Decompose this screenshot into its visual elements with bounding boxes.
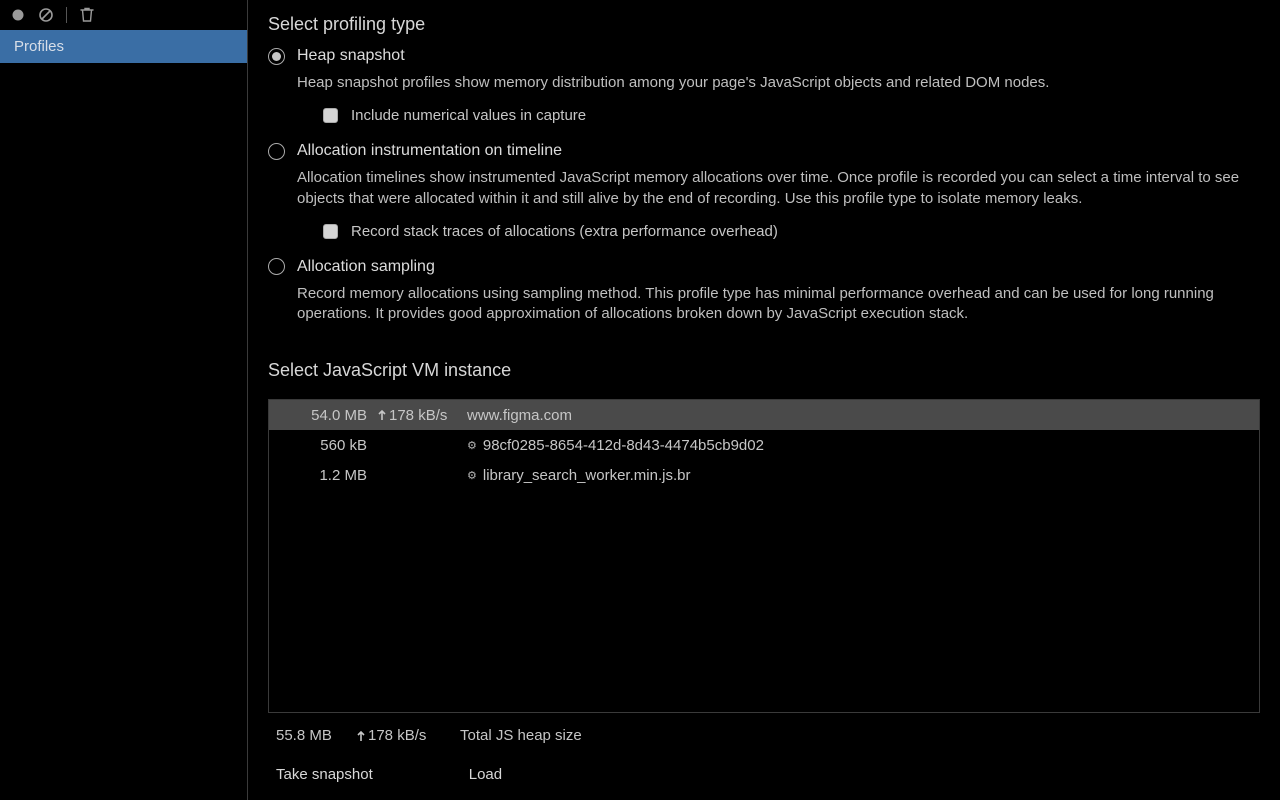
option-title: Allocation instrumentation on timeline [297, 142, 562, 160]
option-description: Record memory allocations using sampling… [297, 284, 1260, 325]
footer-actions: Take snapshot Load [276, 766, 1252, 783]
worker-icon: ⚙ [467, 439, 477, 452]
checkbox-include-numerical[interactable] [323, 108, 338, 123]
worker-icon: ⚙ [467, 469, 477, 482]
option-allocation-timeline: Allocation instrumentation on timeline A… [268, 142, 1260, 240]
radio-allocation-timeline[interactable] [268, 143, 285, 160]
sidebar-item-profiles[interactable]: Profiles [0, 30, 247, 63]
vm-name: ⚙ 98cf0285-8654-412d-8d43-4474b5cb9d02 [467, 437, 1251, 454]
radio-allocation-sampling[interactable] [268, 258, 285, 275]
load-button[interactable]: Load [469, 766, 502, 783]
sidebar: Profiles [0, 0, 248, 800]
trash-icon[interactable] [79, 7, 95, 23]
vm-size: 54.0 MB [277, 407, 377, 424]
checkbox-label: Include numerical values in capture [351, 107, 586, 124]
section-title-profiling: Select profiling type [268, 14, 1280, 35]
vm-name: ⚙ library_search_worker.min.js.br [467, 467, 1251, 484]
vm-row[interactable]: 1.2 MB ⚙ library_search_worker.min.js.br [269, 460, 1259, 490]
footer-totals: 55.8 MB 178 kB/s Total JS heap size [276, 727, 1252, 744]
vm-name: www.figma.com [467, 407, 1251, 424]
radio-heap-snapshot[interactable] [268, 48, 285, 65]
main-pane: Select profiling type Heap snapshot Heap… [248, 0, 1280, 800]
take-snapshot-button[interactable]: Take snapshot [276, 766, 373, 783]
record-icon[interactable] [10, 7, 26, 23]
total-rate: 178 kB/s [356, 727, 446, 744]
upload-icon [377, 409, 387, 421]
vm-row[interactable]: 54.0 MB 178 kB/s www.figma.com [269, 400, 1259, 430]
option-description: Heap snapshot profiles show memory distr… [297, 73, 1260, 93]
option-heap-snapshot: Heap snapshot Heap snapshot profiles sho… [268, 47, 1260, 124]
vm-instance-list: 54.0 MB 178 kB/s www.figma.com 560 kB ⚙ … [268, 399, 1260, 713]
option-title: Heap snapshot [297, 47, 405, 65]
option-allocation-sampling: Allocation sampling Record memory alloca… [268, 258, 1260, 325]
sidebar-toolbar [0, 0, 247, 30]
section-title-vm: Select JavaScript VM instance [268, 360, 1280, 381]
checkbox-label: Record stack traces of allocations (extr… [351, 223, 778, 240]
vm-size: 1.2 MB [277, 467, 377, 484]
total-label: Total JS heap size [460, 727, 582, 744]
clear-icon[interactable] [38, 7, 54, 23]
vm-rate: 178 kB/s [377, 407, 467, 424]
total-size: 55.8 MB [276, 727, 356, 744]
footer: 55.8 MB 178 kB/s Total JS heap size Take… [248, 713, 1280, 793]
option-description: Allocation timelines show instrumented J… [297, 168, 1260, 209]
sidebar-item-label: Profiles [14, 38, 64, 55]
option-title: Allocation sampling [297, 258, 435, 276]
checkbox-record-stack-traces[interactable] [323, 224, 338, 239]
vm-size: 560 kB [277, 437, 377, 454]
toolbar-separator [66, 7, 67, 23]
upload-icon [356, 730, 366, 742]
vm-row[interactable]: 560 kB ⚙ 98cf0285-8654-412d-8d43-4474b5c… [269, 430, 1259, 460]
